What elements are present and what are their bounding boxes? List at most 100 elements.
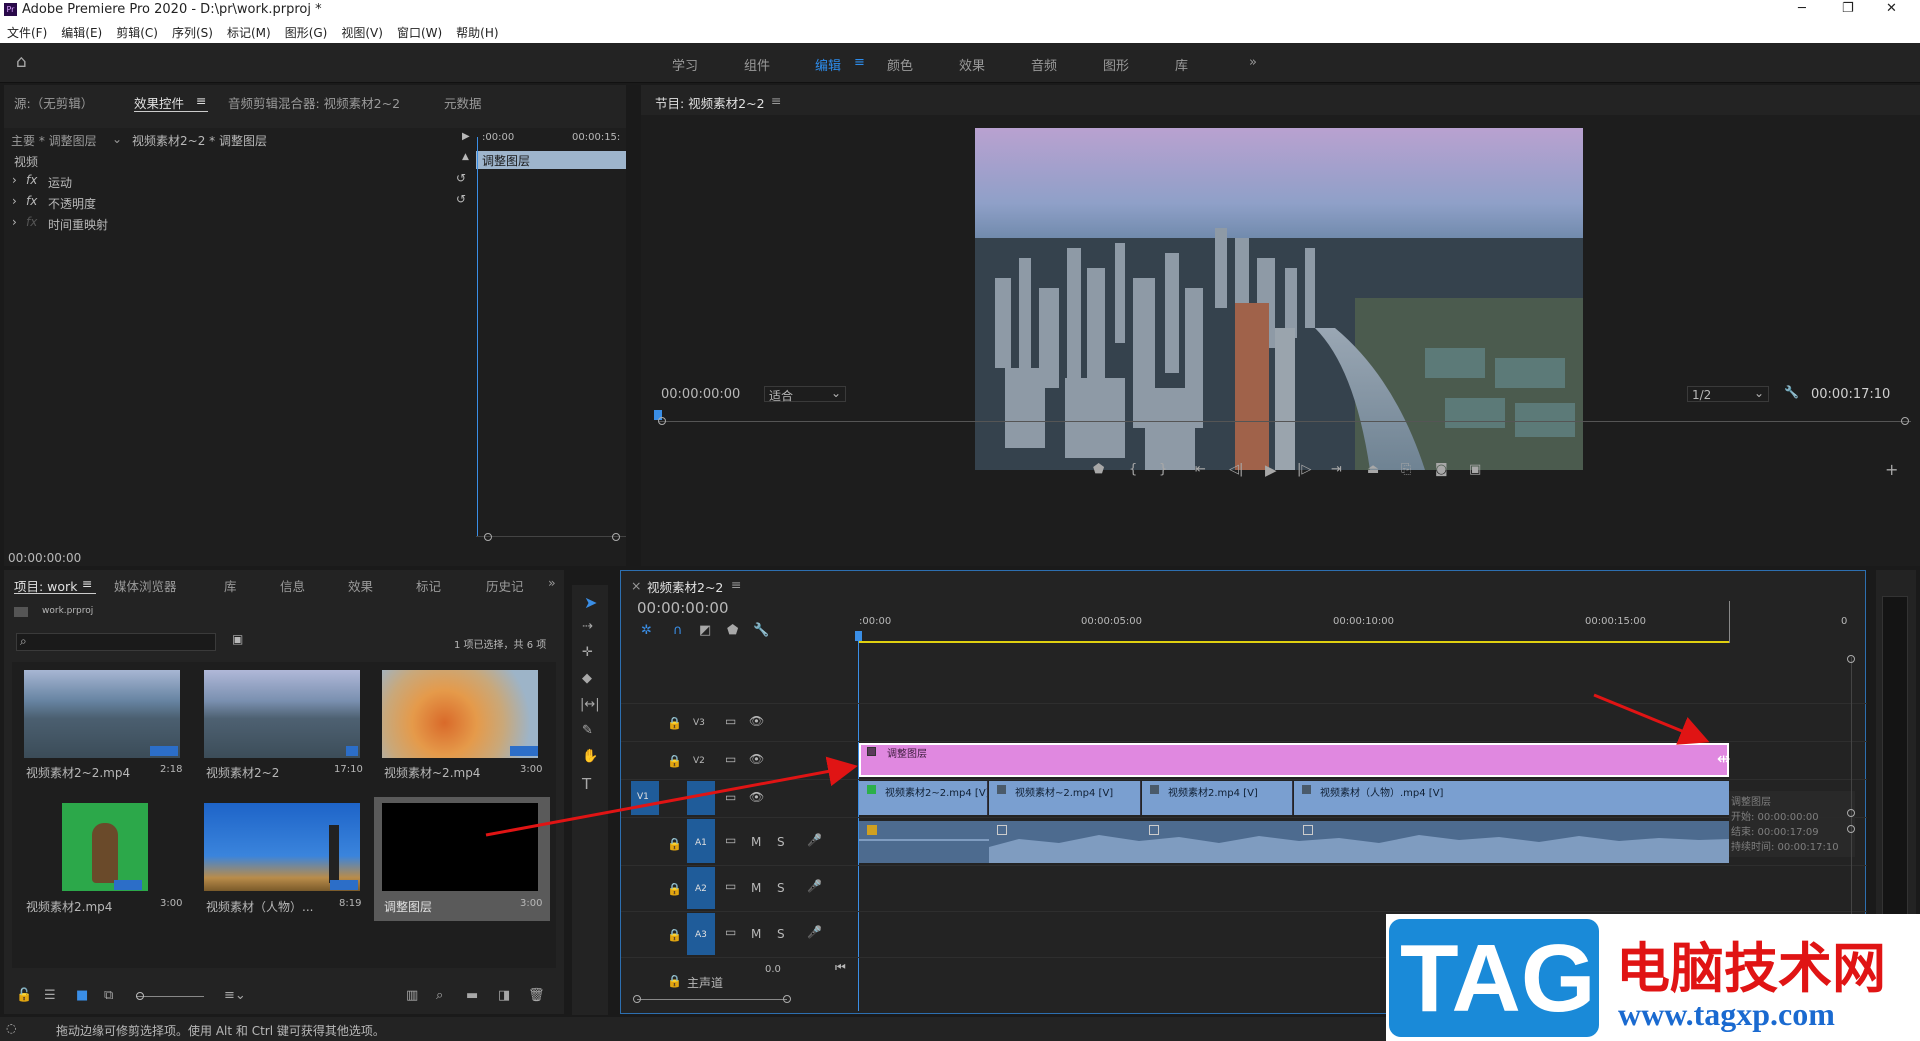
type-tool-icon[interactable]: T [582,775,591,793]
play-icon[interactable]: ▶ [1265,461,1277,479]
new-bin-icon[interactable]: ▣ [232,632,243,646]
freeform-view-icon[interactable]: ⧉ [104,988,113,1003]
menu-sequence[interactable]: 序列(S) [165,20,220,41]
go-to-end-icon[interactable]: ⏮ [835,960,846,975]
add-marker-icon[interactable]: ⬟ [727,623,738,638]
program-timecode[interactable]: 00:00:00:00 [661,387,740,402]
pen-tool-icon[interactable]: ✎ [582,723,593,738]
project-item-thumbnail[interactable] [382,803,538,891]
eye-icon[interactable]: 👁 [749,752,764,766]
mute-button[interactable]: M [751,881,761,895]
track-lock-icon[interactable]: 🔒 [667,974,682,988]
master-volume[interactable]: 0.0 [765,964,781,975]
collapse-icon[interactable]: ▲ [462,152,469,162]
reset-opacity-icon[interactable]: ↺ [456,192,466,206]
resolution-dropdown[interactable]: 1/2 ⌄ [1687,386,1769,402]
menu-help[interactable]: 帮助(H) [449,20,505,41]
wrench-icon[interactable]: 🔧 [1784,385,1799,399]
sync-lock-icon[interactable]: ▭ [725,879,736,893]
video-clip[interactable]: 视频素材~2.mp4 [V] [989,781,1141,815]
track-lock-icon[interactable]: 🔒 [667,837,682,851]
lift-icon[interactable]: ⏏ [1367,462,1379,477]
project-search-input[interactable]: ⌕ [16,633,216,651]
trash-icon[interactable]: 🗑 [528,988,545,1003]
step-back-icon[interactable]: ◁| [1229,462,1243,477]
list-view-icon[interactable]: ☰ [44,988,56,1003]
video-clip[interactable]: 视频素材2.mp4 [V] [1142,781,1293,815]
automate-icon[interactable]: ▥ [406,988,418,1003]
solo-button[interactable]: S [777,881,785,895]
tab-source[interactable]: 源:（无剪辑） [14,93,93,112]
comparison-view-icon[interactable]: ▣ [1469,462,1481,477]
workspace-effects[interactable]: 效果 [959,55,985,74]
sync-lock-icon[interactable]: ▭ [725,925,736,939]
track-lock-icon[interactable]: 🔒 [667,754,682,768]
tab-libraries[interactable]: 库 [224,576,237,595]
workspace-assembly[interactable]: 组件 [744,55,770,74]
workspace-menu-icon[interactable]: ≡ [854,55,865,70]
go-to-out-icon[interactable]: ⇥ [1331,462,1342,477]
adjustment-layer-clip[interactable]: 调整图层 [859,743,1729,777]
tab-audio-mixer[interactable]: 音频剪辑混合器: 视频素材2~2 [228,93,400,112]
expand-arrow-icon[interactable]: ▶ [462,131,470,142]
clip-dropdown-icon[interactable]: ⌄ [112,132,122,146]
close-button[interactable]: ✕ [1886,1,1897,16]
sync-lock-icon[interactable]: ▭ [725,790,736,804]
extract-icon[interactable]: ⎘ [1401,462,1411,477]
sync-lock-icon[interactable]: ▭ [725,833,736,847]
solo-button[interactable]: S [777,927,785,941]
microphone-icon[interactable]: 🎤 [807,833,822,847]
expand-opacity-icon[interactable]: › [12,194,17,208]
tab-history[interactable]: 历史记 [486,576,524,595]
tab-metadata[interactable]: 元数据 [444,93,482,112]
icon-view-icon[interactable]: ■ [76,988,88,1003]
sync-lock-icon[interactable]: ▭ [725,714,736,728]
menu-view[interactable]: 视图(V) [334,20,390,41]
settings-wrench-icon[interactable]: 🔧 [753,623,769,638]
tab-effects[interactable]: 效果 [348,576,373,595]
track-lock-icon[interactable]: 🔒 [667,928,682,942]
slip-tool-icon[interactable]: |↔| [580,697,600,712]
menu-markers[interactable]: 标记(M) [220,20,278,41]
monitor-menu-icon[interactable]: ≡ [771,93,781,108]
find-icon[interactable]: ⌕ [436,988,443,1003]
video-clip[interactable]: 视频素材2~2.mp4 [V] [859,781,988,815]
microphone-icon[interactable]: 🎤 [807,925,822,939]
timeline-menu-icon[interactable]: ≡ [731,577,741,592]
menu-file[interactable]: 文件(F) [0,20,54,41]
project-item-thumbnail[interactable] [204,803,360,891]
timeline-timecode[interactable]: 00:00:00:00 [637,599,729,617]
new-bin-icon[interactable]: ▬ [466,988,478,1003]
add-button-icon[interactable]: + [1885,460,1898,479]
project-item-thumbnail[interactable] [204,670,360,758]
eye-icon[interactable]: 👁 [749,714,764,728]
more-tabs-icon[interactable]: » [548,575,556,590]
reset-motion-icon[interactable]: ↺ [456,171,466,185]
workspace-learn[interactable]: 学习 [672,55,698,74]
ec-timecode[interactable]: 00:00:00:00 [8,551,81,565]
menu-graphics[interactable]: 图形(G) [278,20,335,41]
sync-lock-icon[interactable]: ▭ [725,752,736,766]
mute-button[interactable]: M [751,927,761,941]
menu-edit[interactable]: 编辑(E) [54,20,109,41]
go-to-in-icon[interactable]: ⇤ [1195,462,1206,477]
tab-markers[interactable]: 标记 [416,576,441,595]
linked-selection-icon[interactable]: ◩ [699,623,711,638]
project-menu-icon[interactable]: ≡ [82,576,92,591]
sort-icon[interactable]: ≡⌄ [224,988,246,1003]
workspace-color[interactable]: 颜色 [887,55,913,74]
program-monitor-title[interactable]: 节目: 视频素材2~2 [655,93,765,112]
home-icon[interactable]: ⌂ [16,52,27,72]
track-select-tool-icon[interactable]: ⇢ [582,619,593,634]
video-clip[interactable]: 视频素材（人物）.mp4 [V] [1294,781,1729,815]
tab-info[interactable]: 信息 [280,576,305,595]
sequence-clip-label[interactable]: 视频素材2~2 * 调整图层 [132,132,267,149]
zoom-slider[interactable] [136,996,204,997]
work-area-bar[interactable] [859,641,1729,643]
minimize-button[interactable]: ─ [1798,1,1806,16]
eye-icon[interactable]: 👁 [749,790,764,804]
workspace-graphics[interactable]: 图形 [1103,55,1129,74]
project-item-thumbnail[interactable] [62,803,148,891]
hand-tool-icon[interactable]: ✋ [582,749,598,764]
timeline-sequence-tab[interactable]: 视频素材2~2 [647,577,723,596]
